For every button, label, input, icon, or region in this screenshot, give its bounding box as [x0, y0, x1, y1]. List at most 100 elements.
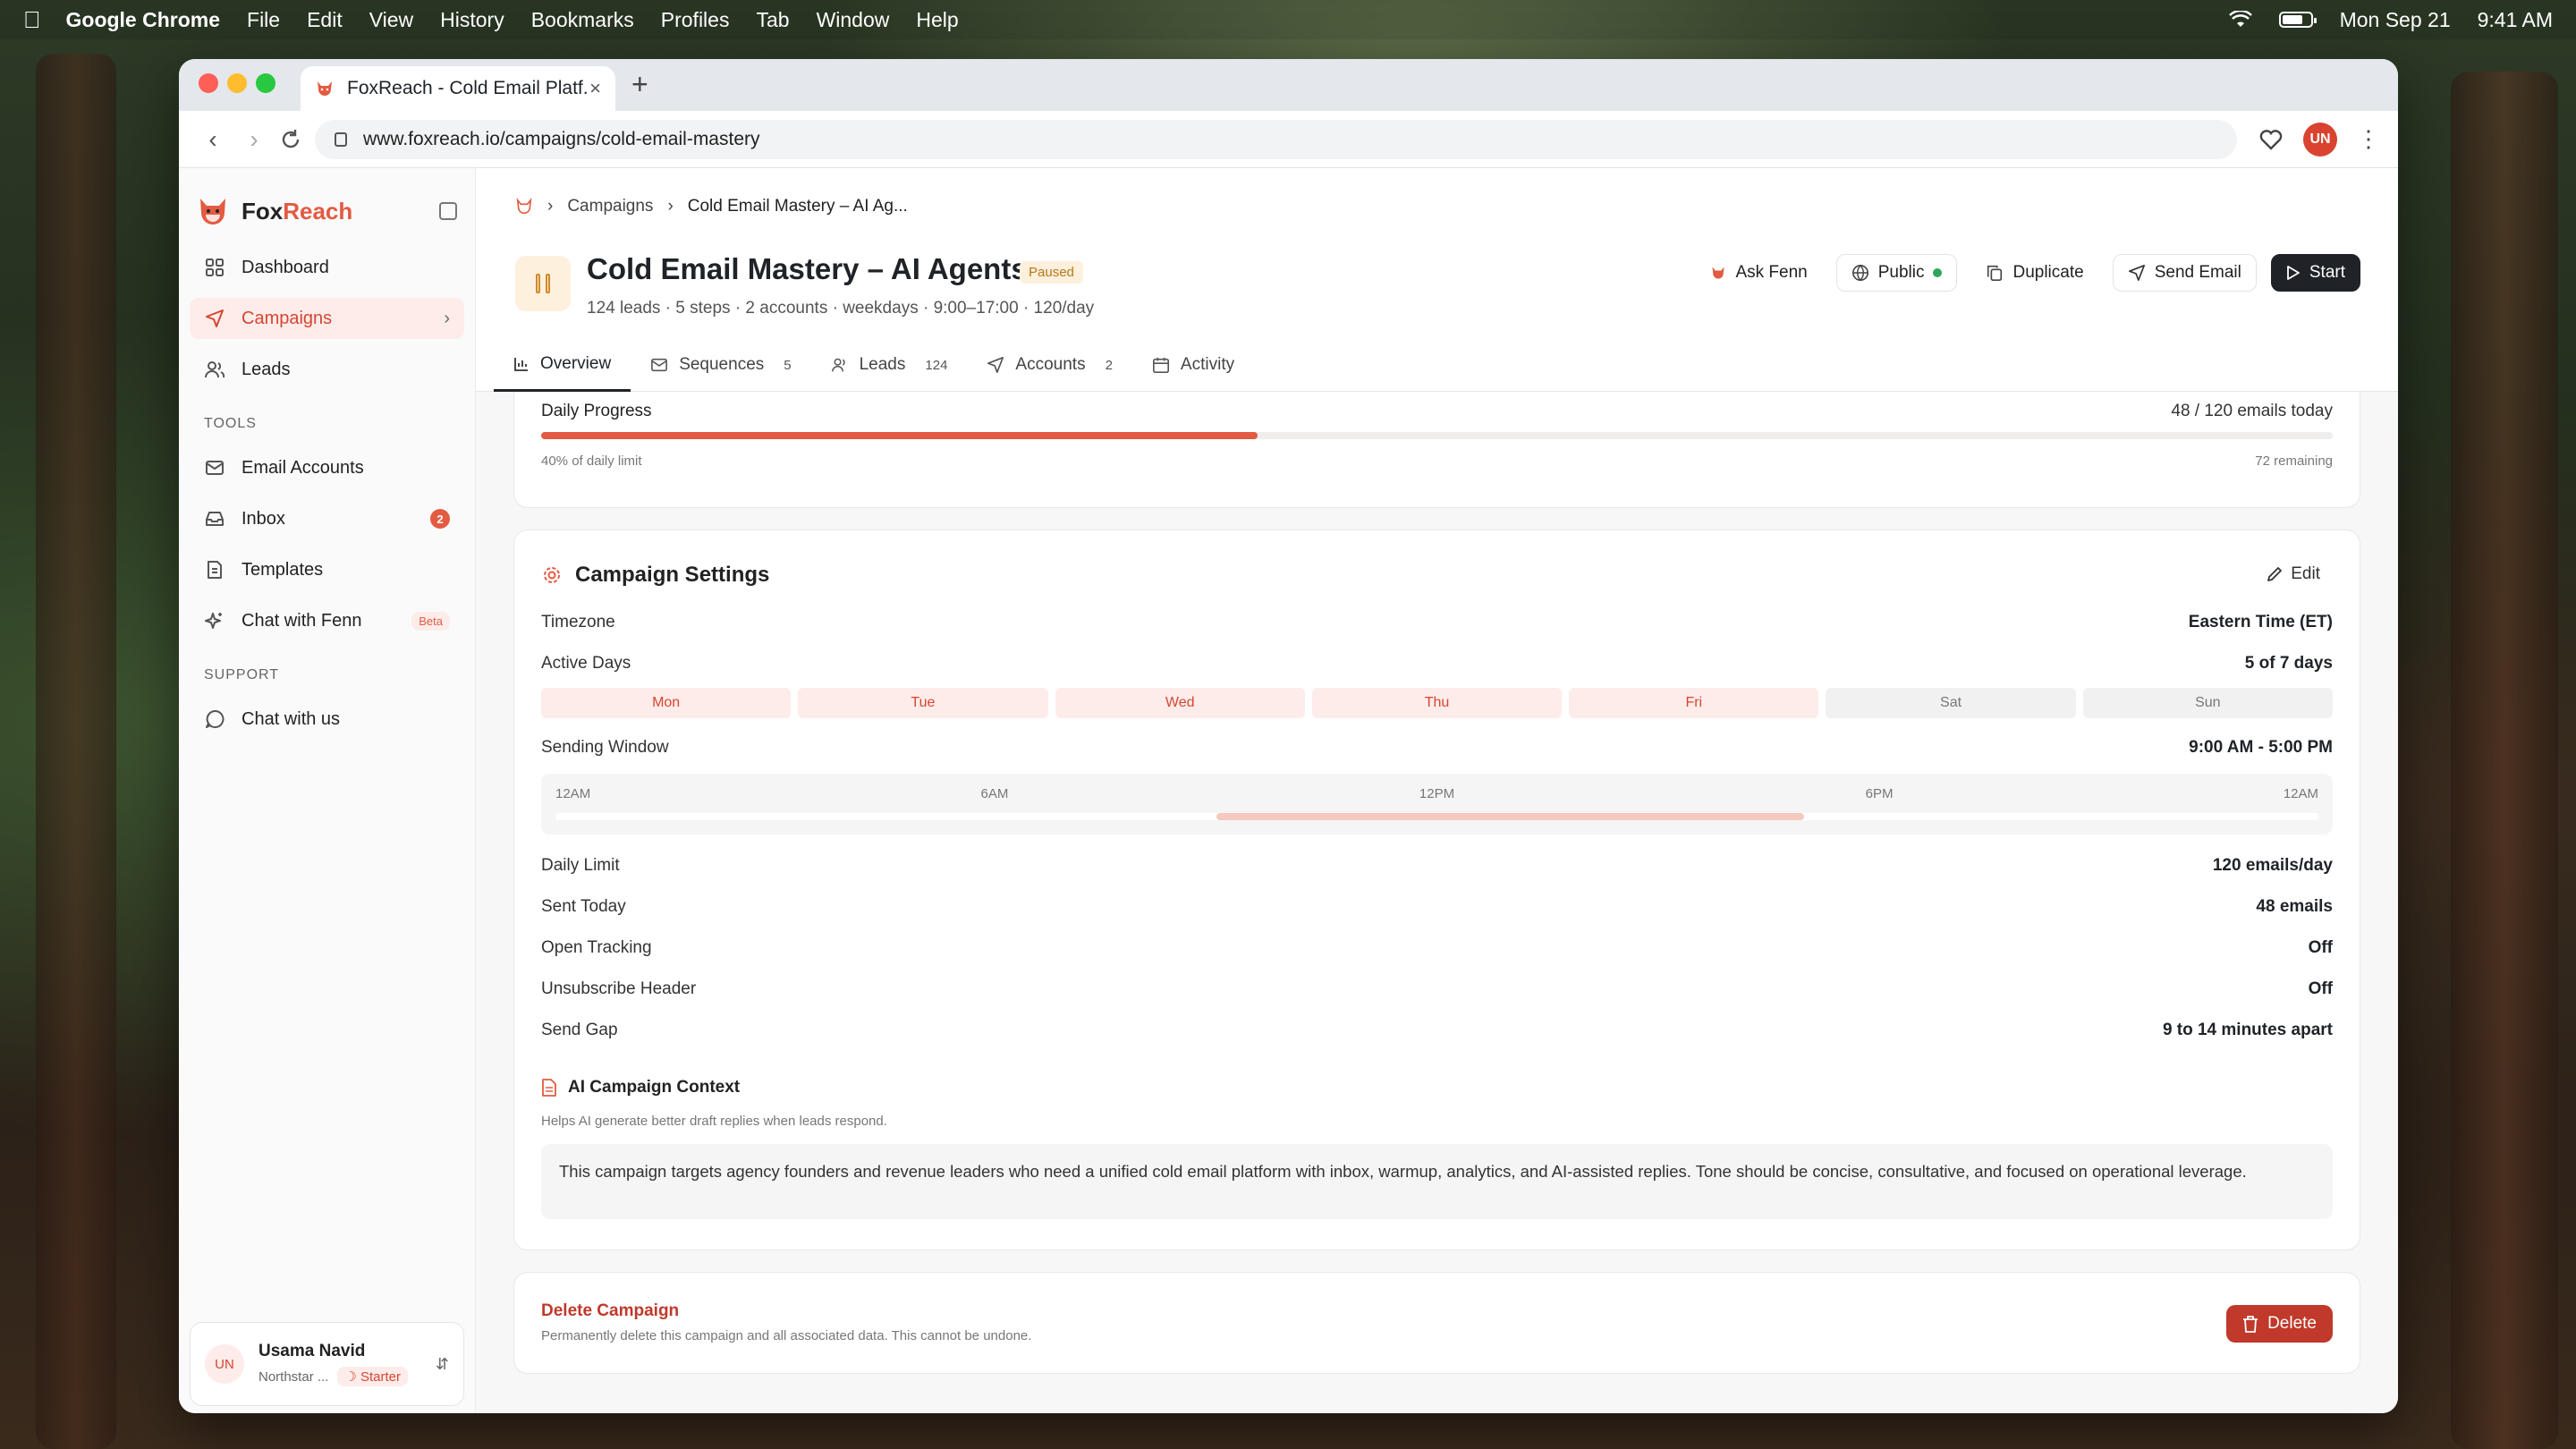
sidebar-item-email-accounts[interactable]: Email Accounts — [190, 447, 464, 488]
sidebar-item-templates[interactable]: Templates — [190, 549, 464, 590]
menu-profiles[interactable]: Profiles — [661, 8, 730, 32]
beta-badge: Beta — [411, 611, 450, 631]
send-email-button[interactable]: Send Email — [2112, 254, 2257, 292]
sidebar-item-campaigns[interactable]: Campaigns › — [190, 298, 464, 339]
tab-leads[interactable]: Leads 124 — [811, 338, 968, 392]
campaign-tabs: Overview Sequences 5 Leads 124 Accounts … — [494, 338, 1254, 392]
menu-edit[interactable]: Edit — [307, 8, 343, 32]
tab-count: 5 — [784, 357, 792, 373]
setting-row-sent-today: Sent Today 48 emails — [541, 897, 2333, 917]
setting-row-active-days: Active Days 5 of 7 days — [541, 654, 2333, 674]
delete-campaign-title: Delete Campaign — [541, 1301, 680, 1320]
setting-row-open-tracking: Open Tracking Off — [541, 938, 2333, 958]
tab-sequences[interactable]: Sequences 5 — [631, 338, 810, 392]
close-tab-icon[interactable]: × — [589, 77, 601, 100]
tab-count: 124 — [925, 357, 948, 373]
profile-avatar[interactable]: UN — [2303, 122, 2337, 157]
bar-chart-icon — [514, 357, 528, 371]
chevron-updown-icon: ⇵ — [435, 1354, 449, 1373]
users-icon — [204, 359, 225, 380]
setting-value: 5 of 7 days — [2244, 654, 2333, 673]
menu-help[interactable]: Help — [916, 8, 958, 32]
heart-icon[interactable] — [2258, 128, 2284, 151]
edit-settings-button[interactable]: Edit — [2266, 564, 2320, 584]
progress-value: 48 / 120 emails today — [2171, 402, 2333, 420]
chevron-right-icon: › — [444, 308, 450, 328]
address-bar: ‹ › www.foxreach.io/campaigns/cold-email… — [179, 111, 2398, 168]
tab-label: Sequences — [679, 355, 765, 374]
minimize-window-button[interactable] — [227, 73, 247, 93]
setting-label: Unsubscribe Header — [541, 979, 697, 998]
document-icon — [542, 1079, 556, 1097]
sending-window-timeline: 12AM 6AM 12PM 6PM 12AM — [541, 774, 2333, 835]
sidebar-item-chat-with-fenn[interactable]: Chat with Fenn Beta — [190, 600, 464, 641]
menu-date[interactable]: Mon Sep 21 — [2340, 8, 2451, 32]
new-tab-icon[interactable]: + — [631, 68, 648, 101]
tab-overview[interactable]: Overview — [494, 338, 631, 392]
menu-window[interactable]: Window — [817, 8, 890, 32]
menu-file[interactable]: File — [247, 8, 280, 32]
sidebar-item-dashboard[interactable]: Dashboard — [190, 247, 464, 288]
close-window-button[interactable] — [199, 73, 218, 93]
menu-tab[interactable]: Tab — [756, 8, 789, 32]
send-icon — [987, 357, 1004, 373]
tools-section-title: TOOLS — [204, 416, 257, 431]
day-wed[interactable]: Wed — [1055, 688, 1305, 718]
delete-button[interactable]: Delete — [2226, 1305, 2333, 1343]
apple-icon[interactable]:  — [23, 6, 41, 34]
brand-name-reach: Reach — [283, 197, 353, 225]
tab-label: Accounts — [1015, 355, 1086, 374]
users-icon — [831, 358, 845, 372]
day-thu[interactable]: Thu — [1311, 688, 1563, 718]
app-root: Fox Reach Dashboard Campaigns › Leads TO… — [179, 168, 2398, 1413]
public-toggle-button[interactable]: Public — [1835, 254, 1958, 292]
sidebar-item-inbox[interactable]: Inbox 2 — [190, 498, 464, 539]
sidebar: Fox Reach Dashboard Campaigns › Leads TO… — [179, 168, 476, 1413]
start-button[interactable]: Start — [2270, 254, 2360, 292]
day-mon[interactable]: Mon — [541, 688, 792, 718]
wifi-icon[interactable] — [2228, 11, 2252, 29]
back-icon[interactable]: ‹ — [197, 125, 229, 154]
collapse-sidebar-icon[interactable] — [439, 202, 457, 220]
browser-tab[interactable]: FoxReach - Cold Email Platf... × — [301, 66, 615, 111]
menu-bar:  Google Chrome File Edit View History B… — [0, 0, 2576, 39]
breadcrumb-campaigns[interactable]: Campaigns — [567, 197, 653, 216]
battery-icon[interactable] — [2278, 12, 2317, 28]
setting-label: Sending Window — [541, 738, 669, 757]
timeline-tick-label: 12PM — [1419, 786, 1455, 801]
brand-name-fox: Fox — [242, 197, 284, 225]
duplicate-button[interactable]: Duplicate — [1971, 254, 2097, 292]
menu-view[interactable]: View — [369, 8, 413, 32]
ai-context-textarea[interactable]: This campaign targets agency founders an… — [541, 1144, 2333, 1219]
fox-home-icon[interactable] — [515, 198, 533, 216]
user-switcher[interactable]: UN Usama Navid Northstar ... ☽ Starter ⇵ — [190, 1322, 464, 1406]
delete-label: Delete — [2267, 1314, 2317, 1333]
inbox-icon — [204, 508, 225, 530]
day-tue[interactable]: Tue — [798, 688, 1048, 718]
sidebar-item-leads[interactable]: Leads — [190, 349, 464, 390]
url-field[interactable]: www.foxreach.io/campaigns/cold-email-mas… — [315, 119, 2237, 159]
support-section-title: SUPPORT — [204, 667, 280, 682]
menu-bookmarks[interactable]: Bookmarks — [531, 8, 634, 32]
day-sat[interactable]: Sat — [1826, 688, 2076, 718]
setting-value: 48 emails — [2256, 897, 2333, 916]
kebab-menu-icon[interactable]: ⋮ — [2357, 125, 2380, 153]
forward-icon[interactable]: › — [238, 125, 270, 154]
tab-activity[interactable]: Activity — [1132, 338, 1254, 392]
menu-history[interactable]: History — [440, 8, 504, 32]
zoom-window-button[interactable] — [256, 73, 275, 93]
ask-fenn-button[interactable]: Ask Fenn — [1696, 254, 1821, 292]
url-text: www.foxreach.io/campaigns/cold-email-mas… — [363, 128, 760, 149]
setting-label: Active Days — [541, 654, 631, 673]
day-sun[interactable]: Sun — [2082, 688, 2333, 718]
plan-label: Starter — [360, 1369, 401, 1385]
menu-time[interactable]: 9:41 AM — [2478, 8, 2553, 32]
reload-icon[interactable] — [279, 128, 302, 151]
day-fri[interactable]: Fri — [1569, 688, 1819, 718]
tab-accounts[interactable]: Accounts 2 — [967, 338, 1132, 392]
sidebar-item-chat-with-us[interactable]: Chat with us — [190, 699, 464, 740]
menu-app-name[interactable]: Google Chrome — [66, 8, 221, 32]
breadcrumb: › Campaigns › Cold Email Mastery – AI Ag… — [515, 197, 908, 216]
lock-icon — [335, 131, 347, 147]
timeline-tick-label: 6PM — [1865, 786, 1894, 801]
